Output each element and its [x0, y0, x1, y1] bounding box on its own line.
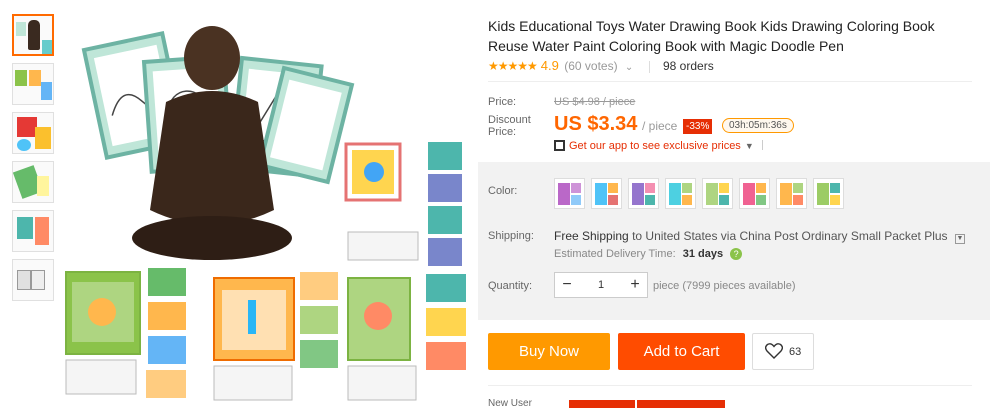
buy-now-button[interactable]: Buy Now [488, 333, 610, 370]
estimated-delivery-days: 31 days [682, 248, 724, 260]
color-swatch-list [554, 178, 844, 209]
thumbnail-5[interactable] [12, 210, 54, 252]
wishlist-count: 63 [789, 346, 802, 358]
color-label: Color: [488, 185, 518, 197]
divider [648, 60, 650, 73]
quantity-stepper: − 1 + [554, 272, 648, 298]
quantity-input[interactable]: 1 [579, 273, 623, 297]
shipping-to-text: to [632, 229, 643, 243]
app-promo-link[interactable]: Get our app to see exclusive prices ▼ [554, 140, 763, 152]
product-title: Kids Educational Toys Water Drawing Book… [488, 18, 935, 54]
thumbnail-3[interactable] [12, 112, 54, 154]
thumbnail-list [12, 14, 56, 308]
color-swatch-2[interactable] [591, 178, 622, 209]
help-icon[interactable]: ? [730, 248, 743, 260]
new-user-coupon[interactable] [567, 400, 725, 408]
wishlist-button[interactable]: 63 [752, 333, 814, 370]
rating-score: 4.9 [540, 58, 559, 73]
heart-icon [765, 343, 783, 359]
color-swatch-3[interactable] [628, 178, 659, 209]
rating-row: ★★★★★ 4.9 (60 votes) ⌄ 98 orders [488, 58, 972, 82]
color-swatch-6[interactable] [739, 178, 770, 209]
original-price: US $4.98 / piece [554, 96, 636, 108]
shipping-label: Shipping: [488, 230, 534, 242]
color-swatch-7[interactable] [776, 178, 807, 209]
chevron-down-icon[interactable]: ▼ [954, 234, 965, 244]
thumbnail-6[interactable] [12, 259, 54, 301]
chevron-down-icon[interactable]: ⌄ [625, 62, 633, 73]
quantity-available: piece (7999 pieces available) [653, 280, 796, 292]
orders-count: 98 orders [663, 59, 714, 73]
discount-price-label-2: Price: [488, 126, 517, 138]
thumbnail-2[interactable] [12, 63, 54, 105]
product-info-panel: Kids Educational Toys Water Drawing Book… [478, 0, 1000, 408]
rating-stars: ★★★★★ [488, 59, 538, 73]
new-user-label: New User [488, 398, 532, 408]
countdown-timer: 03h:05m:36s [722, 118, 794, 133]
estimated-delivery: Estimated Delivery Time: 31 days ? [554, 248, 743, 260]
price-label: Price: [488, 96, 517, 108]
discount-badge: -33% [683, 119, 713, 134]
quantity-increase-button[interactable]: + [623, 273, 647, 297]
divider [488, 385, 972, 386]
qr-code-icon [554, 140, 565, 151]
color-swatch-8[interactable] [813, 178, 844, 209]
product-gallery [0, 0, 478, 408]
thumbnail-1[interactable] [12, 14, 54, 56]
quantity-decrease-button[interactable]: − [555, 273, 579, 297]
estimated-delivery-label: Estimated Delivery Time: [554, 248, 676, 260]
color-swatch-5[interactable] [702, 178, 733, 209]
current-price: US $3.34 [554, 113, 638, 135]
product-photo-illustration [65, 26, 466, 401]
app-promo-text: Get our app to see exclusive prices [569, 140, 741, 152]
shipping-destination[interactable]: United States via China Post Ordinary Sm… [645, 229, 947, 243]
rating-votes[interactable]: (60 votes) [564, 59, 617, 73]
main-product-image[interactable] [62, 10, 472, 404]
free-shipping-text: Free Shipping [554, 229, 629, 243]
discount-price-label-1: Discount [488, 114, 531, 126]
price-unit: / piece [642, 119, 678, 133]
color-swatch-4[interactable] [665, 178, 696, 209]
caret-down-icon: ▼ [744, 141, 754, 151]
thumbnail-4[interactable] [12, 161, 54, 203]
divider [761, 140, 763, 150]
quantity-label: Quantity: [488, 280, 533, 292]
shipping-method: Free Shipping to United States via China… [554, 229, 965, 244]
color-swatch-1[interactable] [554, 178, 585, 209]
add-to-cart-button[interactable]: Add to Cart [618, 333, 745, 370]
